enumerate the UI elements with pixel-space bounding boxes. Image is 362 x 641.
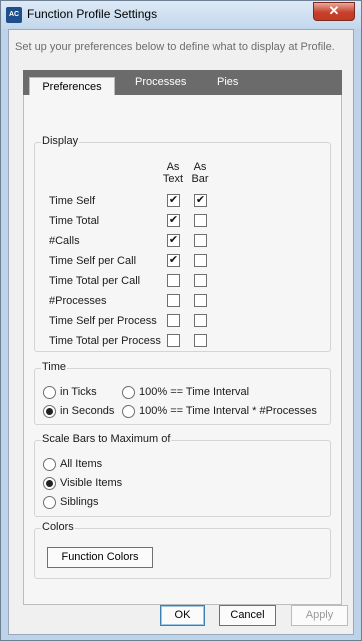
all-items-label[interactable]: All Items (60, 458, 102, 470)
in-ticks-label[interactable]: in Ticks (60, 386, 97, 398)
time-total-per-process-bar-checkbox[interactable] (194, 334, 207, 347)
app-icon: AC (6, 7, 22, 23)
time-total-text-checkbox[interactable]: ✔ (167, 214, 180, 227)
time-total-per-call-text-checkbox[interactable] (167, 274, 180, 287)
visible-items-radio[interactable] (43, 477, 56, 490)
row-label-processes: #Processes (49, 295, 107, 307)
row-label-time-total-per-call: Time Total per Call (49, 275, 141, 287)
time-interval-processes-label[interactable]: 100% == Time Interval * #Processes (139, 405, 317, 417)
apply-button[interactable]: Apply (291, 605, 348, 626)
row-label-time-self-per-process: Time Self per Process (49, 315, 157, 327)
visible-items-label[interactable]: Visible Items (60, 477, 122, 489)
time-self-per-process-bar-checkbox[interactable] (194, 314, 207, 327)
time-total-per-process-text-checkbox[interactable] (167, 334, 180, 347)
time-interval-label[interactable]: 100% == Time Interval (139, 386, 249, 398)
time-self-per-call-bar-checkbox[interactable] (194, 254, 207, 267)
row-label-time-total-per-process: Time Total per Process (49, 335, 161, 347)
as-text-header-line2: Text (162, 173, 184, 185)
calls-text-checkbox[interactable]: ✔ (167, 234, 180, 247)
row-label-calls: #Calls (49, 235, 80, 247)
processes-bar-checkbox[interactable] (194, 294, 207, 307)
function-colors-button[interactable]: Function Colors (47, 547, 153, 568)
preferences-panel: Display As Text As Bar Time Self ✔ ✔ Tim… (23, 95, 342, 605)
tab-bar: Preferences Processes Pies (23, 70, 342, 96)
processes-text-checkbox[interactable] (167, 294, 180, 307)
display-group-title: Display (41, 135, 80, 147)
row-label-time-self-per-call: Time Self per Call (49, 255, 137, 267)
dialog-window: AC Function Profile Settings ✕ Set up yo… (0, 0, 362, 641)
time-group: Time in Ticks 100% == Time Interval in S… (34, 361, 331, 425)
time-self-per-process-text-checkbox[interactable] (167, 314, 180, 327)
dialog-client-area: Set up your preferences below to define … (8, 29, 354, 635)
scale-bars-group: Scale Bars to Maximum of All Items Visib… (34, 433, 331, 517)
colors-group-title: Colors (41, 521, 75, 533)
scale-group-title: Scale Bars to Maximum of (41, 433, 172, 445)
calls-bar-checkbox[interactable] (194, 234, 207, 247)
siblings-label[interactable]: Siblings (60, 496, 99, 508)
in-seconds-radio[interactable] (43, 405, 56, 418)
intro-text: Set up your preferences below to define … (15, 41, 335, 53)
as-bar-header-line2: Bar (191, 173, 209, 185)
in-seconds-label[interactable]: in Seconds (60, 405, 114, 417)
as-bar-column-header: As Bar (189, 161, 211, 185)
colors-group: Colors Function Colors (34, 521, 331, 579)
in-ticks-radio[interactable] (43, 386, 56, 399)
siblings-radio[interactable] (43, 496, 56, 509)
time-interval-processes-radio[interactable] (122, 405, 135, 418)
time-interval-radio[interactable] (122, 386, 135, 399)
ok-button[interactable]: OK (160, 605, 205, 626)
time-self-per-call-text-checkbox[interactable]: ✔ (167, 254, 180, 267)
title-bar[interactable]: AC Function Profile Settings ✕ (1, 1, 361, 29)
as-text-column-header: As Text (162, 161, 184, 185)
time-group-title: Time (41, 361, 68, 373)
tab-processes[interactable]: Processes (135, 70, 186, 95)
close-button[interactable]: ✕ (313, 2, 355, 21)
tab-pies[interactable]: Pies (217, 70, 238, 95)
cancel-button[interactable]: Cancel (219, 605, 276, 626)
time-self-text-checkbox[interactable]: ✔ (167, 194, 180, 207)
row-label-time-self: Time Self (49, 195, 96, 207)
time-total-bar-checkbox[interactable] (194, 214, 207, 227)
all-items-radio[interactable] (43, 458, 56, 471)
time-self-bar-checkbox[interactable]: ✔ (194, 194, 207, 207)
row-label-time-total: Time Total (49, 215, 100, 227)
display-group: Display As Text As Bar Time Self ✔ ✔ Tim… (34, 135, 331, 352)
as-bar-header-line1: As (193, 161, 207, 173)
as-text-header-line1: As (166, 161, 180, 173)
window-title: Function Profile Settings (27, 7, 158, 21)
tab-preferences[interactable]: Preferences (29, 77, 115, 96)
time-total-per-call-bar-checkbox[interactable] (194, 274, 207, 287)
